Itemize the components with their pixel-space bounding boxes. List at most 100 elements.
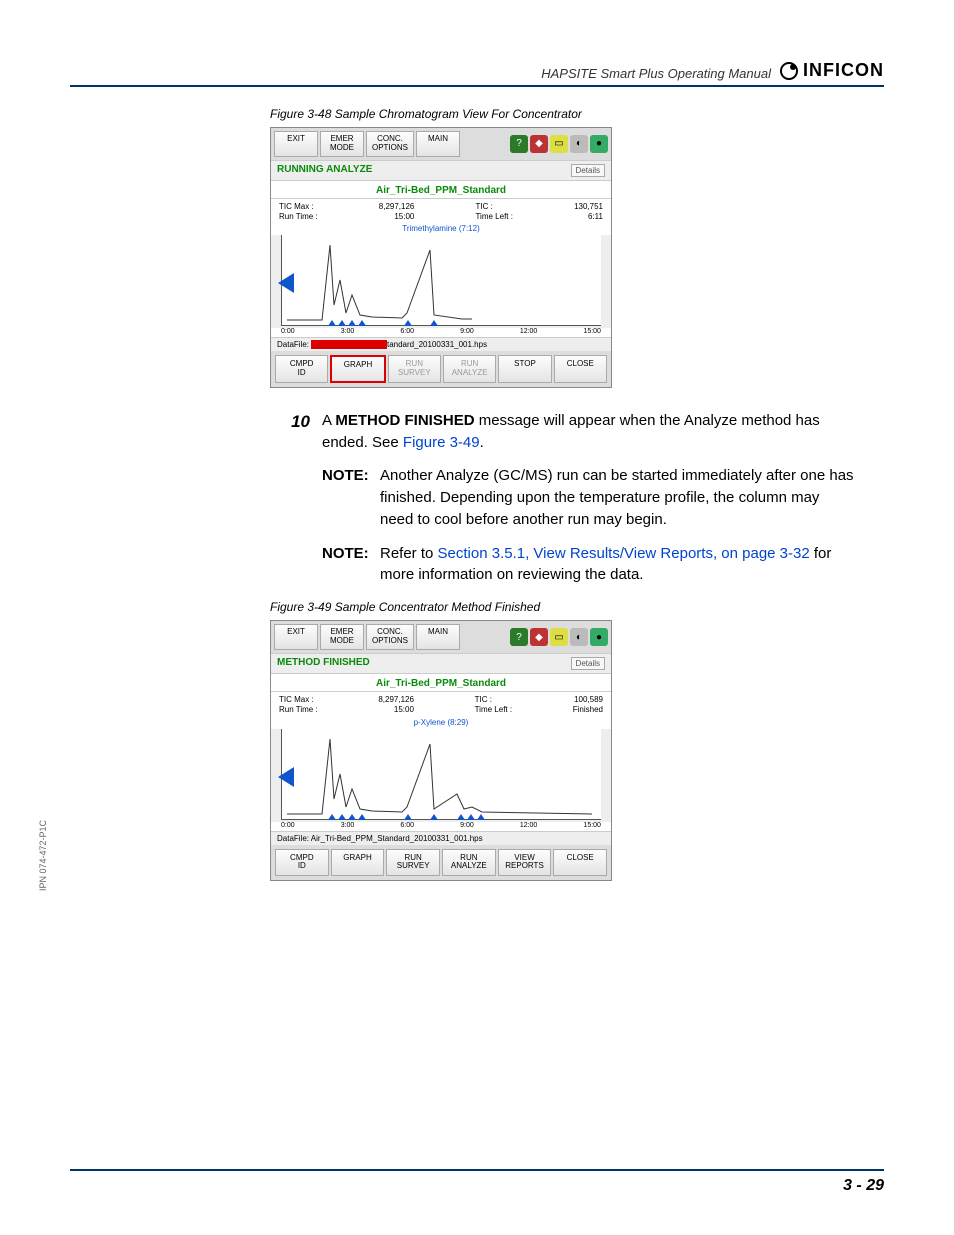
datafile-label: DataFile: (277, 340, 309, 349)
x-tick: 9:00 (460, 328, 474, 335)
run-info: TIC Max : Run Time : 8,297,126 15:00 TIC… (271, 199, 611, 223)
graph-button[interactable]: GRAPH (331, 849, 385, 877)
x-tick: 6:00 (400, 822, 414, 829)
run-time-value: 15:00 (379, 212, 415, 222)
run-info: TIC Max : Run Time : 8,297,126 15:00 TIC… (271, 692, 611, 716)
status-text: METHOD FINISHED (277, 657, 370, 670)
x-tick: 15:00 (583, 328, 601, 335)
step-10: 10 A METHOD FINISHED message will appear… (270, 410, 854, 454)
details-button[interactable]: Details (571, 164, 605, 177)
emer-mode-button[interactable]: EMER MODE (320, 624, 364, 650)
battery-icon[interactable]: ▭ (550, 628, 568, 646)
run-analyze-button[interactable]: RUN ANALYZE (442, 849, 496, 877)
x-tick: 15:00 (583, 822, 601, 829)
cmpd-id-button[interactable]: CMPD ID (275, 355, 328, 383)
tic-label: TIC : (475, 202, 492, 211)
battery-icon[interactable]: ▭ (550, 135, 568, 153)
main-button[interactable]: MAIN (416, 131, 460, 157)
tic-value: 130,751 (574, 202, 603, 212)
sample-name: Air_Tri-Bed_PPM_Standard (271, 181, 611, 199)
note-body: Another Analyze (GC/MS) run can be start… (380, 465, 854, 530)
conc-options-button[interactable]: CONC. OPTIONS (366, 624, 414, 650)
note-2: NOTE: Refer to Section 3.5.1, View Resul… (322, 543, 854, 587)
x-tick: 0:00 (281, 328, 295, 335)
footer-buttons: CMPD ID GRAPH RUN SURVEY RUN ANALYZE VIE… (271, 845, 611, 881)
tic-label: TIC : (475, 695, 492, 704)
run-time-label: Run Time : (279, 212, 318, 221)
section-link[interactable]: Section 3.5.1, View Results/View Reports… (438, 545, 810, 562)
toolbar: EXIT EMER MODE CONC. OPTIONS MAIN ? ◆ ▭ … (271, 621, 611, 653)
figure-49-caption: Figure 3-49 Sample Concentrator Method F… (270, 600, 884, 614)
x-axis: 0:00 3:00 6:00 9:00 12:00 15:00 (271, 822, 611, 831)
peak-label: Trimethylamine (7:12) (271, 222, 611, 235)
x-tick: 3:00 (341, 328, 355, 335)
details-button[interactable]: Details (571, 657, 605, 670)
tic-max-value: 8,297,126 (379, 202, 415, 212)
close-button[interactable]: CLOSE (554, 355, 607, 383)
datafile-label: DataFile: (277, 834, 309, 843)
datafile-highlight: Air_Tri-Bed_PPM_S (311, 340, 387, 349)
tic-max-label: TIC Max : (279, 202, 314, 211)
x-tick: 3:00 (341, 822, 355, 829)
x-tick: 9:00 (460, 822, 474, 829)
tic-max-label: TIC Max : (279, 695, 314, 704)
stop-button[interactable]: STOP (498, 355, 551, 383)
status-bar: RUNNING ANALYZE Details (271, 160, 611, 181)
datafile-name: Air_Tri-Bed_PPM_Standard_20100331_001.hp… (311, 834, 483, 843)
info-icon[interactable]: ◆ (530, 628, 548, 646)
x-tick: 6:00 (400, 328, 414, 335)
x-tick: 0:00 (281, 822, 295, 829)
toolbar: EXIT EMER MODE CONC. OPTIONS MAIN ? ◆ ▭ … (271, 128, 611, 160)
footer-buttons: CMPD ID GRAPH RUN SURVEY RUN ANALYZE STO… (271, 351, 611, 387)
time-left-label: Time Left : (475, 212, 513, 221)
conc-options-button[interactable]: CONC. OPTIONS (366, 131, 414, 157)
run-time-value: 15:00 (378, 705, 414, 715)
figure-49-screenshot: EXIT EMER MODE CONC. OPTIONS MAIN ? ◆ ▭ … (270, 620, 612, 881)
graph-button[interactable]: GRAPH (330, 355, 385, 383)
status-dot-icon[interactable]: ● (590, 628, 608, 646)
status-dot-icon[interactable]: ● (590, 135, 608, 153)
status-bar: METHOD FINISHED Details (271, 653, 611, 674)
manual-title: HAPSITE Smart Plus Operating Manual (70, 66, 779, 81)
note-label: NOTE: (322, 543, 380, 587)
view-reports-button[interactable]: VIEW REPORTS (498, 849, 552, 877)
globe-icon[interactable]: ◐ (570, 135, 588, 153)
note-label: NOTE: (322, 465, 380, 530)
run-survey-button: RUN SURVEY (388, 355, 441, 383)
close-button[interactable]: CLOSE (553, 849, 607, 877)
figure-link[interactable]: Figure 3-49 (403, 434, 480, 451)
note-body: Refer to Section 3.5.1, View Results/Vie… (380, 543, 854, 587)
run-time-label: Run Time : (279, 705, 318, 714)
exit-button[interactable]: EXIT (274, 624, 318, 650)
brand-logo: INFICON (779, 60, 884, 81)
time-left-value: Finished (573, 705, 603, 715)
time-left-value: 6:11 (574, 212, 603, 222)
brand-text: INFICON (803, 60, 884, 81)
x-axis: 0:00 3:00 6:00 9:00 12:00 15:00 (271, 328, 611, 337)
note-1: NOTE: Another Analyze (GC/MS) run can be… (322, 465, 854, 530)
status-text: RUNNING ANALYZE (277, 164, 372, 177)
help-icon[interactable]: ? (510, 628, 528, 646)
cmpd-id-button[interactable]: CMPD ID (275, 849, 329, 877)
emer-mode-button[interactable]: EMER MODE (320, 131, 364, 157)
doc-id: IPN 074-472-P1C (38, 820, 48, 891)
help-icon[interactable]: ? (510, 135, 528, 153)
page-number: 3 - 29 (843, 1177, 884, 1194)
run-survey-button[interactable]: RUN SURVEY (386, 849, 440, 877)
globe-icon[interactable]: ◐ (570, 628, 588, 646)
chromatogram-chart[interactable] (281, 729, 601, 820)
figure-48-caption: Figure 3-48 Sample Chromatogram View For… (270, 107, 884, 121)
exit-button[interactable]: EXIT (274, 131, 318, 157)
step-number: 10 (270, 410, 322, 454)
main-button[interactable]: MAIN (416, 624, 460, 650)
inficon-icon (779, 61, 799, 81)
chromatogram-chart[interactable] (281, 235, 601, 326)
tic-value: 100,589 (573, 695, 603, 705)
figure-48-screenshot: EXIT EMER MODE CONC. OPTIONS MAIN ? ◆ ▭ … (270, 127, 612, 388)
tic-max-value: 8,297,126 (378, 695, 414, 705)
info-icon[interactable]: ◆ (530, 135, 548, 153)
datafile-row: DataFile: Air_Tri-Bed_PPM_Standard_20100… (271, 831, 611, 845)
run-analyze-button: RUN ANALYZE (443, 355, 496, 383)
peak-label: p-Xylene (8:29) (271, 716, 611, 729)
sample-name: Air_Tri-Bed_PPM_Standard (271, 674, 611, 692)
